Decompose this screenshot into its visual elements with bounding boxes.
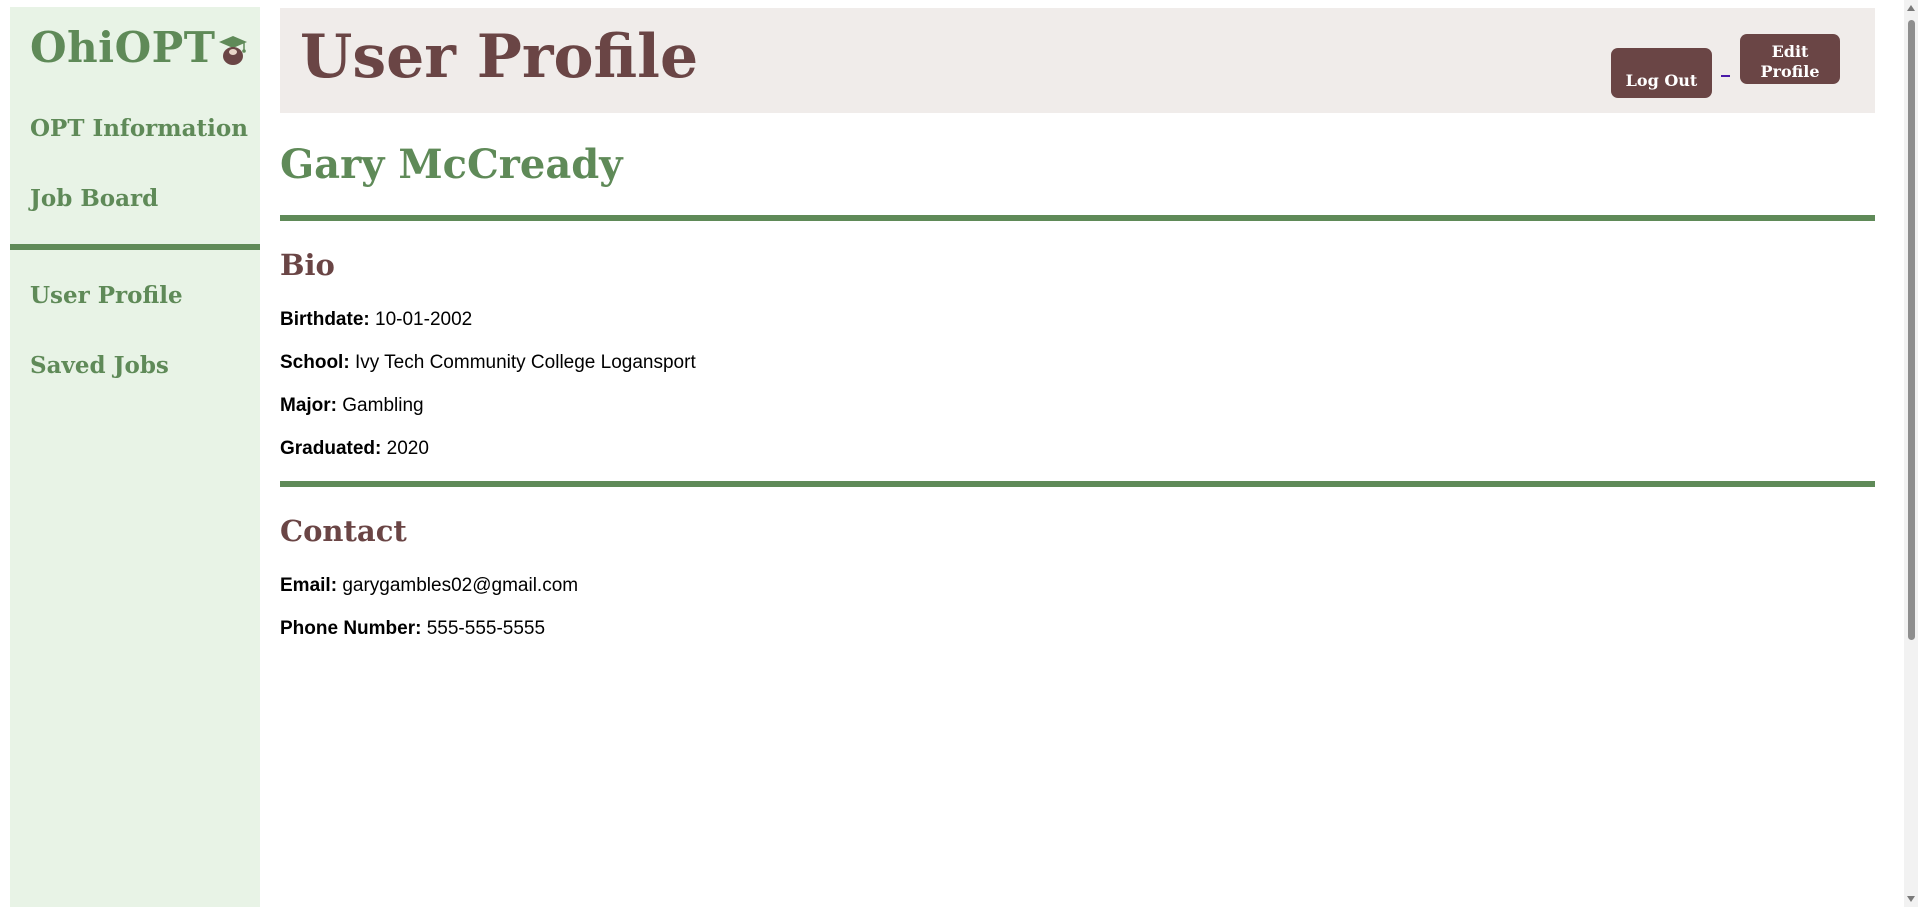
field-label: School: <box>280 352 350 373</box>
field-label: Birthdate: <box>280 309 370 330</box>
field-value: garygambles02@gmail.com <box>342 575 579 596</box>
profile-name: Gary McCready <box>280 141 623 188</box>
sidebar-item-user-profile[interactable]: User Profile <box>30 282 183 309</box>
scroll-up-arrow-icon[interactable] <box>1907 5 1915 11</box>
major-field: Major: Gambling <box>280 395 424 417</box>
field-value: 555-555-5555 <box>426 618 546 639</box>
school-field: School: Ivy Tech Community College Logan… <box>280 352 696 374</box>
logo-text: OhiOPT <box>30 23 216 72</box>
field-value: 2020 <box>386 438 429 459</box>
vertical-scrollbar[interactable] <box>1904 0 1918 907</box>
graduated-field: Graduated: 2020 <box>280 438 429 460</box>
logo[interactable]: OhiOPT <box>30 23 248 76</box>
edit-profile-label-line1: Edit <box>1771 41 1809 61</box>
section-divider <box>280 481 1875 487</box>
bio-heading: Bio <box>280 248 335 282</box>
scroll-thumb[interactable] <box>1908 20 1915 640</box>
field-value: Gambling <box>342 395 424 416</box>
sidebar-divider <box>10 244 260 250</box>
field-label: Email: <box>280 575 338 596</box>
edit-profile-label-line2: Profile <box>1760 61 1820 81</box>
field-label: Phone Number: <box>280 618 422 639</box>
field-value: Ivy Tech Community College Logansport <box>354 352 696 373</box>
section-divider <box>280 215 1875 221</box>
page-header: User Profile Log Out Edit Profile <box>280 8 1875 113</box>
birthdate-field: Birthdate: 10-01-2002 <box>280 309 472 331</box>
field-value: 10-01-2002 <box>375 309 473 330</box>
sidebar-item-job-board[interactable]: Job Board <box>30 185 158 212</box>
field-label: Major: <box>280 395 337 416</box>
page-title: User Profile <box>300 22 699 92</box>
scroll-down-arrow-icon[interactable] <box>1907 896 1915 902</box>
graduation-cap-icon <box>218 27 248 76</box>
link-underline[interactable] <box>1721 75 1730 77</box>
contact-heading: Contact <box>280 514 407 548</box>
field-label: Graduated: <box>280 438 382 459</box>
sidebar: OhiOPT OPT Information Job Board User Pr… <box>10 7 260 907</box>
edit-profile-button[interactable]: Edit Profile <box>1740 34 1840 84</box>
log-out-button[interactable]: Log Out <box>1611 48 1712 98</box>
sidebar-item-saved-jobs[interactable]: Saved Jobs <box>30 352 169 379</box>
phone-field: Phone Number: 555-555-5555 <box>280 618 545 640</box>
email-field: Email: garygambles02@gmail.com <box>280 575 578 597</box>
sidebar-item-opt-information[interactable]: OPT Information <box>30 115 248 142</box>
